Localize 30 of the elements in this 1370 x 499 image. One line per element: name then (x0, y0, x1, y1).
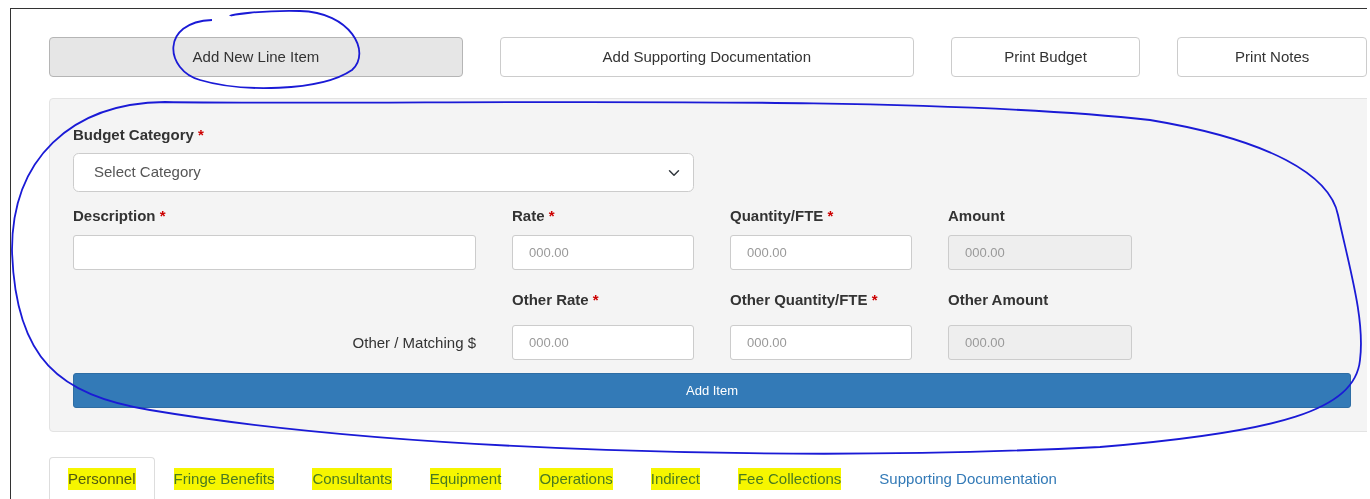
toolbar-button[interactable]: Add New Line Item (49, 37, 463, 77)
required-marker: * (548, 207, 555, 224)
input-field[interactable]: 000.00 (512, 325, 694, 360)
field-label: Description (73, 207, 156, 224)
readonly-field: 000.00 (948, 235, 1132, 270)
required-marker: * (198, 126, 204, 143)
toolbar-button[interactable]: Add Supporting Documentation (499, 37, 914, 77)
field-label: Amount (948, 207, 1005, 224)
input-field[interactable]: 000.00 (512, 235, 694, 270)
row-label: Other / Matching $ (351, 333, 476, 353)
toolbar-button[interactable]: Print Budget (950, 37, 1141, 77)
required-marker: * (871, 291, 878, 308)
readonly-field: 000.00 (948, 325, 1132, 360)
field-label: Rate (512, 207, 545, 224)
input-field[interactable]: 000.00 (730, 235, 912, 270)
required-marker: * (592, 291, 599, 308)
tab[interactable]: Supporting Documentation (860, 457, 1076, 499)
field-label: Quantity/FTE (730, 207, 824, 224)
field-label: Other Amount (948, 291, 1049, 308)
tab[interactable]: Personnel (49, 457, 155, 499)
text-field[interactable] (73, 235, 476, 270)
add-item-button[interactable]: Add Item (73, 373, 1351, 408)
input-field[interactable]: 000.00 (730, 325, 912, 360)
category-select[interactable]: Select Category (73, 153, 694, 192)
required-marker: * (159, 207, 166, 224)
toolbar-button[interactable]: Print Notes (1177, 37, 1367, 77)
field-label: Other Rate (512, 291, 589, 308)
field-label: Other Quantity/FTE (730, 291, 868, 308)
field-label: Budget Category (73, 126, 194, 143)
required-marker: * (827, 207, 834, 224)
